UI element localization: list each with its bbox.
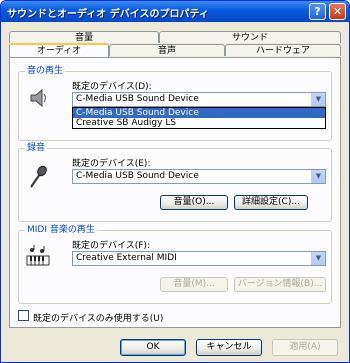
chevron-down-icon[interactable]: ▼ (311, 252, 325, 265)
apply-button-label: 適用(A) (289, 342, 321, 352)
tab-volume-label: 音量 (74, 33, 93, 43)
help-icon: ? (314, 5, 321, 18)
recording-volume-button[interactable]: 音量(O)... (160, 195, 228, 210)
playback-group: 音の再生 既定のデバイス(D): C-Media USB Sound Devic… (18, 66, 332, 141)
tab-sounds[interactable]: サウンド (159, 31, 341, 43)
close-icon: ✕ (332, 5, 343, 18)
recording-selected-value: C-Media USB Sound Device (76, 171, 199, 181)
tab-voice-label: 音声 (157, 46, 176, 56)
chevron-down-icon[interactable]: ▼ (311, 93, 325, 106)
playback-default-device-label: 既定のデバイス(D): (72, 82, 152, 92)
microphone-icon (30, 165, 47, 188)
playback-option-audigy[interactable]: Creative SB Audigy LS (73, 118, 325, 128)
use-default-only-checkbox[interactable] (18, 310, 29, 321)
recording-group-label: 録音 (25, 143, 48, 154)
sound-properties-window: サウンドとオーディオ デバイスのプロパティ ? ✕ 音量 サウンド オーディオ … (0, 0, 350, 363)
playback-option-cmedia[interactable]: C-Media USB Sound Device (73, 108, 325, 118)
midi-volume-button-label: 音量(M)... (173, 279, 215, 289)
recording-default-device-label: 既定のデバイス(E): (72, 159, 151, 169)
playback-device-select[interactable]: C-Media USB Sound Device ▼ (72, 92, 326, 107)
recording-advanced-button-label: 詳細設定(C)... (242, 197, 300, 207)
tab-volume[interactable]: 音量 (9, 31, 159, 43)
midi-device-select[interactable]: Creative External MIDI ▼ (72, 251, 326, 266)
chevron-down-icon[interactable]: ▼ (311, 170, 325, 183)
recording-device-select[interactable]: C-Media USB Sound Device ▼ (72, 169, 326, 184)
help-button[interactable]: ? (309, 3, 326, 20)
use-default-only-label: 既定のデバイスのみ使用する(U) (33, 314, 164, 324)
midi-version-button[interactable]: バージョン情報(B)... (234, 277, 326, 292)
tab-hardware[interactable]: ハードウェア (225, 44, 341, 56)
cancel-button-label: キャンセル (206, 342, 252, 352)
tab-voice[interactable]: 音声 (109, 44, 225, 56)
midi-group-label: MIDI 音楽の再生 (25, 225, 97, 236)
audio-tab-panel: 音の再生 既定のデバイス(D): C-Media USB Sound Devic… (9, 57, 341, 328)
title-bar[interactable]: サウンドとオーディオ デバイスのプロパティ ? ✕ (1, 1, 349, 22)
playback-device-dropdown-list: C-Media USB Sound Device Creative SB Aud… (72, 107, 326, 129)
tab-audio-label: オーディオ (36, 46, 82, 56)
midi-keyboard-icon (26, 245, 50, 266)
playback-selected-value: C-Media USB Sound Device (76, 94, 199, 104)
close-button[interactable]: ✕ (329, 3, 346, 20)
midi-version-button-label: バージョン情報(B)... (237, 279, 323, 289)
midi-group: MIDI 音楽の再生 既定のデバイス(F): Creative External… (18, 225, 332, 304)
apply-button[interactable]: 適用(A) (272, 339, 338, 356)
tab-hardware-label: ハードウェア (255, 46, 310, 56)
midi-volume-button[interactable]: 音量(M)... (160, 277, 228, 292)
cancel-button[interactable]: キャンセル (196, 339, 262, 356)
tab-sounds-label: サウンド (231, 33, 268, 43)
recording-volume-button-label: 音量(O)... (173, 197, 215, 207)
recording-advanced-button[interactable]: 詳細設定(C)... (234, 195, 308, 210)
recording-group: 録音 既定のデバイス(E): C-Media USB Sound Device … (18, 143, 332, 222)
ok-button-label: OK (146, 342, 160, 352)
midi-default-device-label: 既定のデバイス(F): (72, 241, 150, 251)
window-title: サウンドとオーディオ デバイスのプロパティ (7, 9, 209, 20)
ok-button[interactable]: OK (120, 339, 186, 356)
playback-group-label: 音の再生 (25, 66, 66, 77)
speaker-icon (30, 88, 47, 108)
midi-selected-value: Creative External MIDI (76, 253, 177, 263)
tab-audio[interactable]: オーディオ (9, 43, 109, 57)
